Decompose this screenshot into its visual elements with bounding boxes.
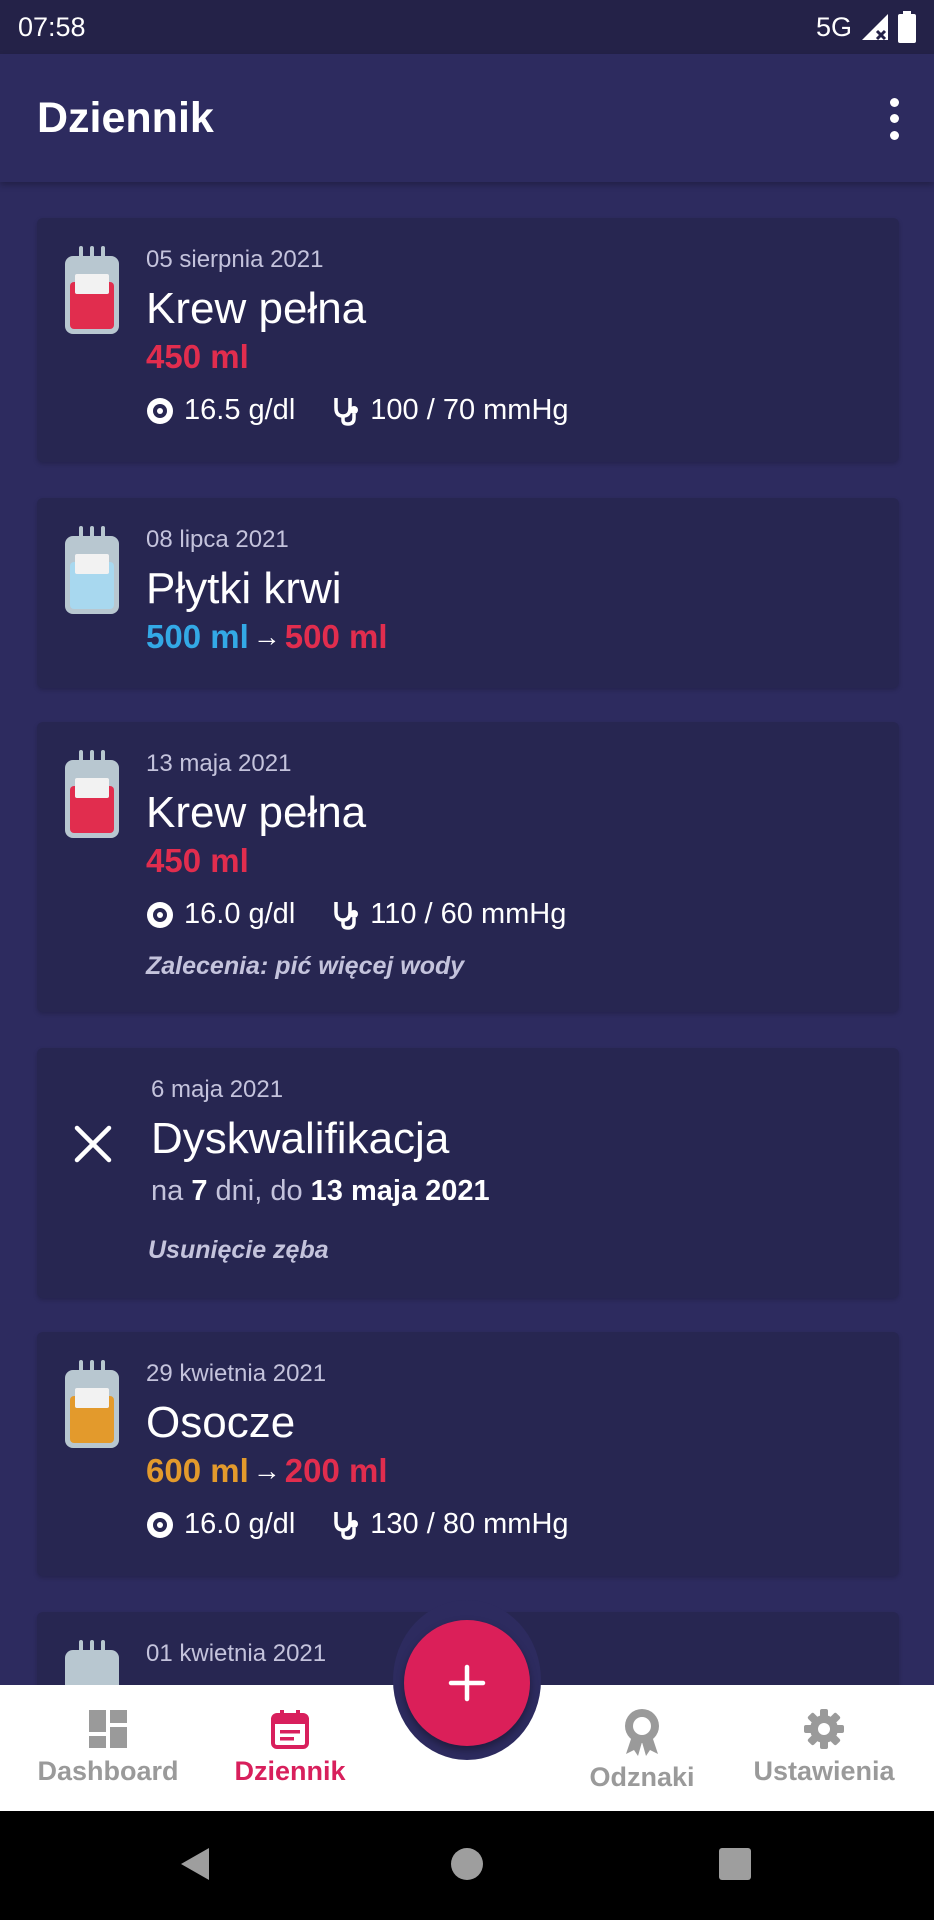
more-vertical-icon[interactable]	[884, 94, 904, 144]
blood-bag-icon	[65, 1360, 119, 1448]
hemoglobin-value: 16.0 g/dl	[184, 1508, 296, 1540]
arrow-right-icon: →	[252, 1455, 281, 1486]
stethoscope-icon	[334, 901, 359, 930]
blood-bag-icon	[65, 750, 119, 838]
entry-date: 05 sierpnia 2021	[146, 246, 324, 273]
badge-icon	[625, 1709, 659, 1756]
entry-title: Dyskwalifikacja	[151, 1114, 450, 1163]
nav-label: Odznaki	[589, 1762, 695, 1792]
stethoscope-icon	[334, 1511, 359, 1540]
entry-volume: 450 ml	[146, 842, 249, 879]
hemoglobin-icon	[147, 397, 173, 424]
hemoglobin-value: 16.0 g/dl	[184, 898, 296, 930]
entry-date: 01 kwietnia 2021	[146, 1640, 327, 1667]
blood-bag-icon	[65, 526, 119, 614]
entry-stats: 16.5 g/dl 100 / 70 mmHg	[146, 394, 606, 427]
signal-icon	[862, 14, 888, 41]
detail-days: 7	[191, 1175, 208, 1207]
entry-date: 29 kwietnia 2021	[146, 1360, 327, 1387]
detail-middle: dni, do	[215, 1175, 303, 1207]
entry-volume-change: 600 ml → 200 ml	[146, 1452, 388, 1490]
status-time: 07:58	[18, 11, 86, 42]
entry-title: Płytki krwi	[146, 564, 342, 613]
network-label: 5G	[815, 11, 852, 42]
plus-icon	[448, 1664, 486, 1702]
calendar-icon	[271, 1710, 309, 1749]
add-entry-button[interactable]	[404, 1620, 530, 1746]
nav-label: Dashboard	[37, 1756, 179, 1786]
detail-prefix: na	[151, 1175, 184, 1207]
hemoglobin-icon	[147, 901, 173, 928]
entry-note: Zalecenia: pić więcej wody	[146, 952, 465, 980]
nav-item-dashboard[interactable]: Dashboard	[18, 1708, 198, 1798]
dashboard-icon	[89, 1710, 127, 1748]
pressure-value: 100 / 70 mmHg	[370, 394, 569, 426]
stethoscope-icon	[334, 397, 359, 426]
detail-until: 13 maja 2021	[310, 1175, 490, 1207]
entry-volume: 450 ml	[146, 338, 249, 375]
status-indicators: 5G	[816, 11, 916, 43]
nav-item-dziennik[interactable]: Dziennik	[200, 1708, 380, 1798]
journal-entry[interactable]: 29 kwietnia 2021 Osocze 600 ml → 200 ml …	[37, 1332, 899, 1576]
volume-from: 500 ml	[146, 618, 249, 655]
entry-volume-change: 500 ml → 500 ml	[146, 618, 388, 656]
system-navigation-bar	[0, 1811, 934, 1920]
nav-label: Ustawienia	[753, 1756, 895, 1786]
nav-item-ustawienia[interactable]: Ustawienia	[734, 1708, 914, 1798]
entry-title: Krew pełna	[146, 788, 367, 837]
hemoglobin-icon	[147, 1511, 173, 1538]
entry-date: 08 lipca 2021	[146, 526, 289, 553]
app-bar: Dziennik	[0, 54, 934, 182]
entry-note: Usunięcie zęba	[148, 1236, 329, 1264]
page-title: Dziennik	[37, 94, 214, 142]
nav-item-odznaki[interactable]: Odznaki	[552, 1708, 732, 1798]
gear-icon	[804, 1709, 844, 1749]
close-icon	[74, 1125, 112, 1163]
entry-date: 13 maja 2021	[146, 750, 292, 777]
entry-stats: 16.0 g/dl 110 / 60 mmHg	[146, 898, 603, 931]
pressure-value: 110 / 60 mmHg	[370, 898, 567, 930]
pressure-value: 130 / 80 mmHg	[370, 1508, 569, 1540]
hemoglobin-value: 16.5 g/dl	[184, 394, 296, 426]
entry-stats: 16.0 g/dl 130 / 80 mmHg	[146, 1508, 606, 1541]
journal-entry[interactable]: 08 lipca 2021 Płytki krwi 500 ml → 500 m…	[37, 498, 899, 688]
volume-to: 200 ml	[284, 1452, 388, 1489]
disqualification-detail: na 7 dni, do 13 maja 2021	[151, 1175, 490, 1208]
recents-icon[interactable]	[717, 1846, 753, 1882]
journal-entry[interactable]: 05 sierpnia 2021 Krew pełna 450 ml 16.5 …	[37, 218, 899, 462]
nav-label: Dziennik	[234, 1756, 346, 1786]
battery-icon	[898, 11, 916, 43]
home-icon[interactable]	[449, 1846, 485, 1882]
entry-date: 6 maja 2021	[151, 1076, 284, 1103]
volume-to: 500 ml	[284, 618, 388, 655]
back-icon[interactable]	[175, 1844, 215, 1884]
blood-bag-icon	[65, 246, 119, 334]
entry-title: Osocze	[146, 1398, 296, 1447]
arrow-right-icon: →	[252, 621, 281, 652]
journal-entry-disqualification[interactable]: 6 maja 2021 Dyskwalifikacja na 7 dni, do…	[37, 1048, 899, 1298]
journal-entry[interactable]: 13 maja 2021 Krew pełna 450 ml 16.0 g/dl…	[37, 722, 899, 1012]
entry-title: Krew pełna	[146, 284, 367, 333]
status-bar: 07:58 5G	[0, 0, 934, 54]
volume-from: 600 ml	[146, 1452, 249, 1489]
